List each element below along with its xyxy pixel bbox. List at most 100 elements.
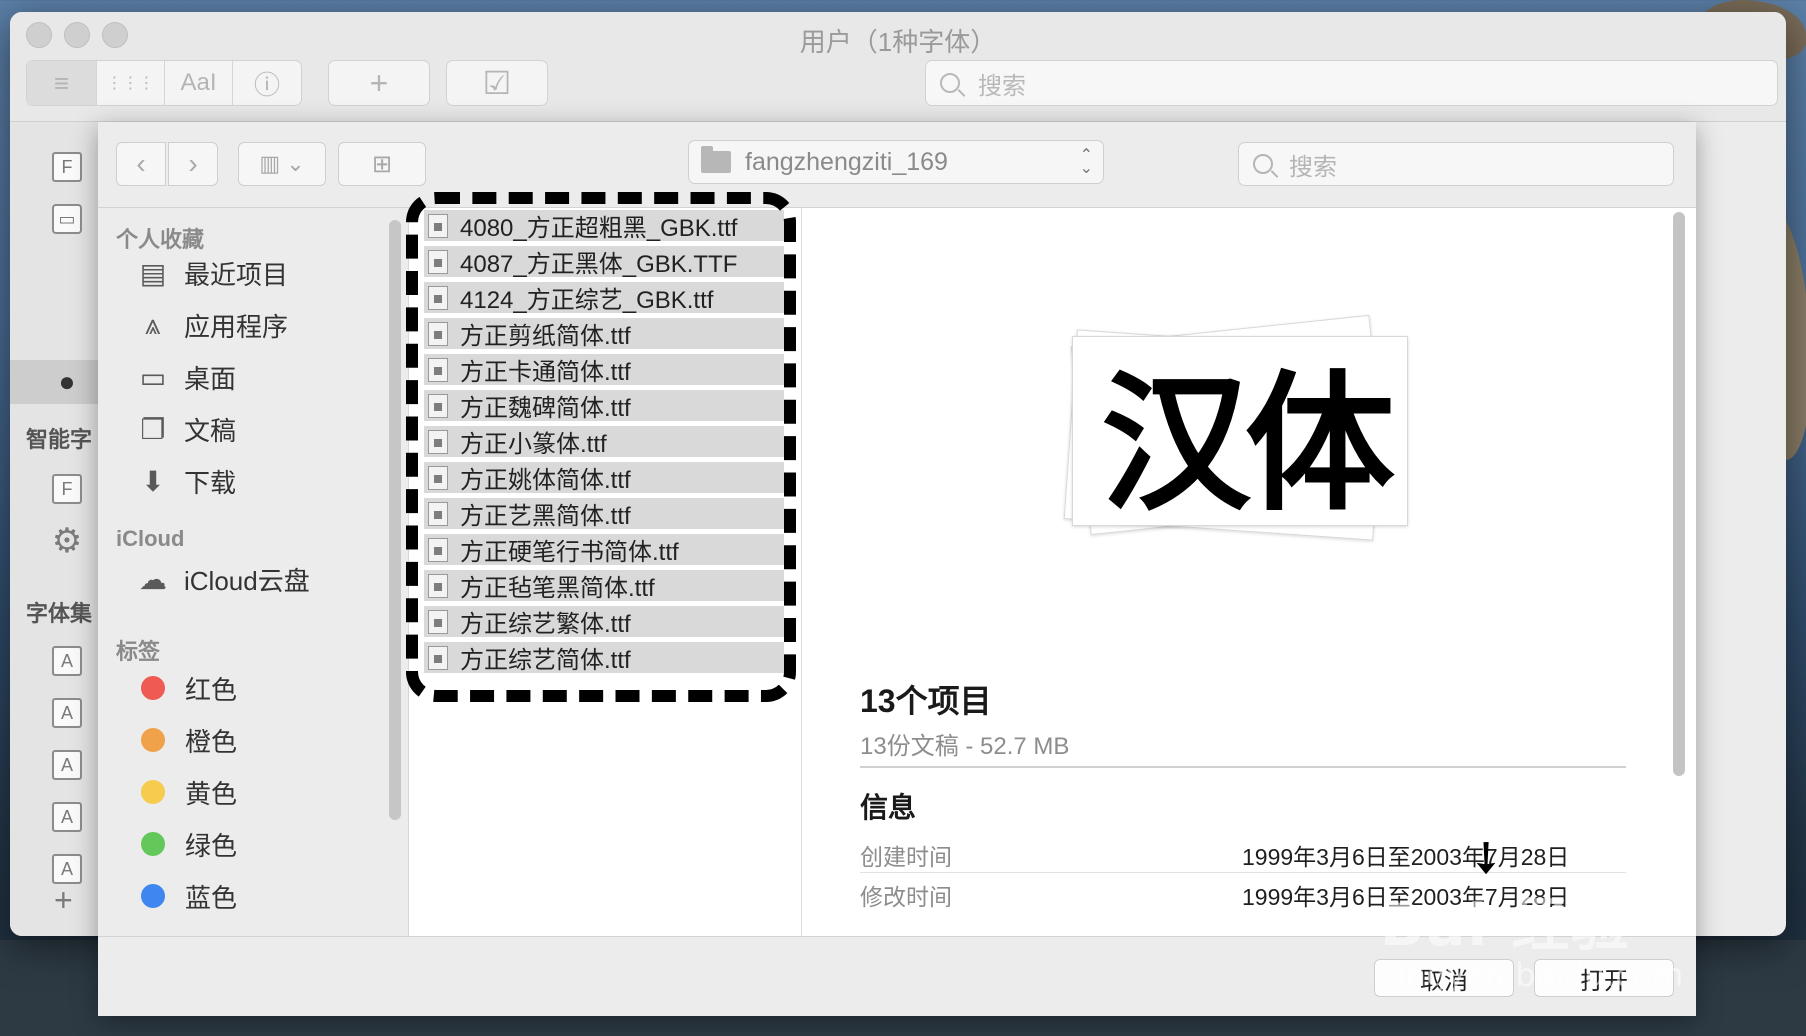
file-name: 方正艺黑简体.ttf xyxy=(460,503,631,529)
sample-view-icon[interactable]: AaI xyxy=(165,61,233,105)
view-mode-button[interactable]: ▥ ⌄ xyxy=(238,142,326,186)
info-icon[interactable]: ⓘ xyxy=(233,61,301,105)
file-row[interactable]: 方正综艺简体.ttf xyxy=(424,642,784,673)
desktop-icon: ▭ xyxy=(139,361,167,393)
forward-button[interactable]: › xyxy=(168,142,218,186)
sidebar-tag-blue[interactable]: 蓝色 xyxy=(136,875,237,917)
chevron-right-icon: › xyxy=(188,148,198,179)
font-file-icon xyxy=(428,573,448,598)
font-file-icon xyxy=(428,213,448,238)
gear-icon[interactable]: ⚙ xyxy=(52,522,82,560)
finder-sidebar: 个人收藏 ▤ 最近项目 ⩓ 应用程序 ▭ 桌面 ❐ 文稿 ⬇ 下载 iCloud… xyxy=(98,208,409,936)
chevron-left-icon: ‹ xyxy=(136,148,146,179)
file-name: 4080_方正超粗黑_GBK.ttf xyxy=(460,215,738,241)
new-folder-button[interactable]: ⊞ xyxy=(338,142,426,186)
folder-name: fangzhengziti_169 xyxy=(745,147,948,176)
file-row[interactable]: 4124_方正综艺_GBK.ttf xyxy=(424,282,784,313)
font-file-icon xyxy=(428,249,448,274)
preview-subtitle: 13份文稿 - 52.7 MB xyxy=(860,733,1070,760)
recents-icon: ▤ xyxy=(139,257,167,289)
tag-dot xyxy=(141,780,165,804)
sheet-search-placeholder: 搜索 xyxy=(1289,153,1337,181)
sidebar-item-documents[interactable]: ❐ 文稿 xyxy=(136,408,236,450)
sidebar-item-label: 文稿 xyxy=(184,415,237,446)
file-row[interactable]: 4087_方正黑体_GBK.TTF xyxy=(424,246,784,277)
meta-divider xyxy=(860,872,1626,873)
font-preview-glyph: 汉体 xyxy=(1100,357,1395,532)
file-name: 方正硬笔行书简体.ttf xyxy=(460,539,679,565)
folder-path-popup[interactable]: fangzhengziti_169 ⌃ ⌄ xyxy=(688,140,1104,184)
created-value: 1999年3月6日至2003年7月28日 xyxy=(1242,844,1570,870)
watermark-brand: Bai 经验 xyxy=(1380,891,1632,959)
file-row[interactable]: 方正硬笔行书简体.ttf xyxy=(424,534,784,565)
smart-collections-label: 智能字 xyxy=(26,427,93,452)
tag-dot xyxy=(141,728,165,752)
font-file-icon xyxy=(428,645,448,670)
tag-label: 蓝色 xyxy=(185,882,238,913)
updown-chevron-icon: ⌃ ⌄ xyxy=(1079,147,1093,177)
user-icon[interactable]: ● xyxy=(52,366,82,397)
computer-icon[interactable]: ▭ xyxy=(52,204,82,234)
collection-a-icon[interactable]: A xyxy=(52,750,82,780)
window-search-placeholder: 搜索 xyxy=(978,72,1026,100)
tag-dot xyxy=(141,884,165,908)
add-collection-icon[interactable]: + xyxy=(54,882,73,919)
back-button[interactable]: ‹ xyxy=(116,142,166,186)
file-row[interactable]: 方正小篆体.ttf xyxy=(424,426,784,457)
documents-icon: ❐ xyxy=(140,413,166,445)
sidebar-tag-red[interactable]: 红色 xyxy=(136,667,237,709)
grid-view-icon[interactable]: ⋮⋮⋮ xyxy=(97,61,165,105)
file-row[interactable]: 方正姚体简体.ttf xyxy=(424,462,784,493)
file-row[interactable]: 方正剪纸简体.ttf xyxy=(424,318,784,349)
font-file-icon xyxy=(428,321,448,346)
window-search-field[interactable]: 搜索 xyxy=(925,60,1778,106)
sidebar-tag-yellow[interactable]: 黄色 xyxy=(136,771,237,813)
watermark-url: jingyan.baidu.com xyxy=(1388,956,1684,994)
sidebar-item-desktop[interactable]: ▭ 桌面 xyxy=(136,356,236,398)
preview-pane xyxy=(803,208,1696,936)
list-view-icon[interactable]: ≡ xyxy=(27,61,97,105)
file-name: 方正综艺简体.ttf xyxy=(460,647,631,673)
sidebar-item-recents[interactable]: ▤ 最近项目 xyxy=(136,252,288,294)
font-file-icon xyxy=(428,393,448,418)
collection-a-icon[interactable]: A xyxy=(52,646,82,676)
cloud-icon: ☁ xyxy=(139,563,167,595)
view-segmented-control: ≡ ⋮⋮⋮ AaI ⓘ xyxy=(26,60,302,106)
sheet-search-field[interactable]: 搜索 xyxy=(1238,142,1674,186)
validate-font-button[interactable]: ☑ xyxy=(446,60,548,106)
sidebar-item-label: 下载 xyxy=(184,467,237,498)
sidebar-item-icloud-drive[interactable]: ☁ iCloud云盘 xyxy=(136,558,310,600)
file-row[interactable]: 方正卡通简体.ttf xyxy=(424,354,784,385)
sidebar-item-downloads[interactable]: ⬇ 下载 xyxy=(136,460,236,502)
smart-collection-icon[interactable]: F xyxy=(52,474,82,504)
sidebar-tag-green[interactable]: 绿色 xyxy=(136,823,237,865)
file-row[interactable]: 4080_方正超粗黑_GBK.ttf xyxy=(424,210,784,241)
sidebar-item-label: 应用程序 xyxy=(184,311,289,342)
file-name: 方正姚体简体.ttf xyxy=(460,467,631,493)
sidebar-item-label: 最近项目 xyxy=(184,259,289,290)
file-name: 4087_方正黑体_GBK.TTF xyxy=(460,251,738,277)
fontbook-sidebar: F ▭ ● 智能字 F ⚙ 字体集 A A A A A xyxy=(10,122,98,936)
file-row[interactable]: 方正魏碑简体.ttf xyxy=(424,390,784,421)
new-folder-icon: ⊞ xyxy=(371,150,393,178)
info-header: 信息 xyxy=(860,792,917,823)
sidebar-scrollbar[interactable] xyxy=(389,220,401,820)
columns-icon: ▥ ⌄ xyxy=(259,151,305,176)
applications-icon: ⩓ xyxy=(145,308,161,340)
file-name: 方正小篆体.ttf xyxy=(460,431,607,457)
all-fonts-icon[interactable]: F xyxy=(52,152,82,182)
collection-a-icon[interactable]: A xyxy=(52,802,82,832)
add-font-button[interactable]: + xyxy=(328,60,430,106)
file-name: 4124_方正综艺_GBK.ttf xyxy=(460,287,714,313)
file-row[interactable]: 方正综艺繁体.ttf xyxy=(424,606,784,637)
file-row[interactable]: 方正毡笔黑简体.ttf xyxy=(424,570,784,601)
font-file-icon xyxy=(428,357,448,382)
sidebar-item-applications[interactable]: ⩓ 应用程序 xyxy=(136,304,288,346)
tag-label: 橙色 xyxy=(185,726,238,757)
file-row[interactable]: 方正艺黑简体.ttf xyxy=(424,498,784,529)
sidebar-tag-orange[interactable]: 橙色 xyxy=(136,719,237,761)
collection-a-icon[interactable]: A xyxy=(52,854,82,884)
collection-a-icon[interactable]: A xyxy=(52,698,82,728)
preview-title: 13个项目 xyxy=(860,683,992,719)
preview-scrollbar[interactable] xyxy=(1673,212,1685,776)
